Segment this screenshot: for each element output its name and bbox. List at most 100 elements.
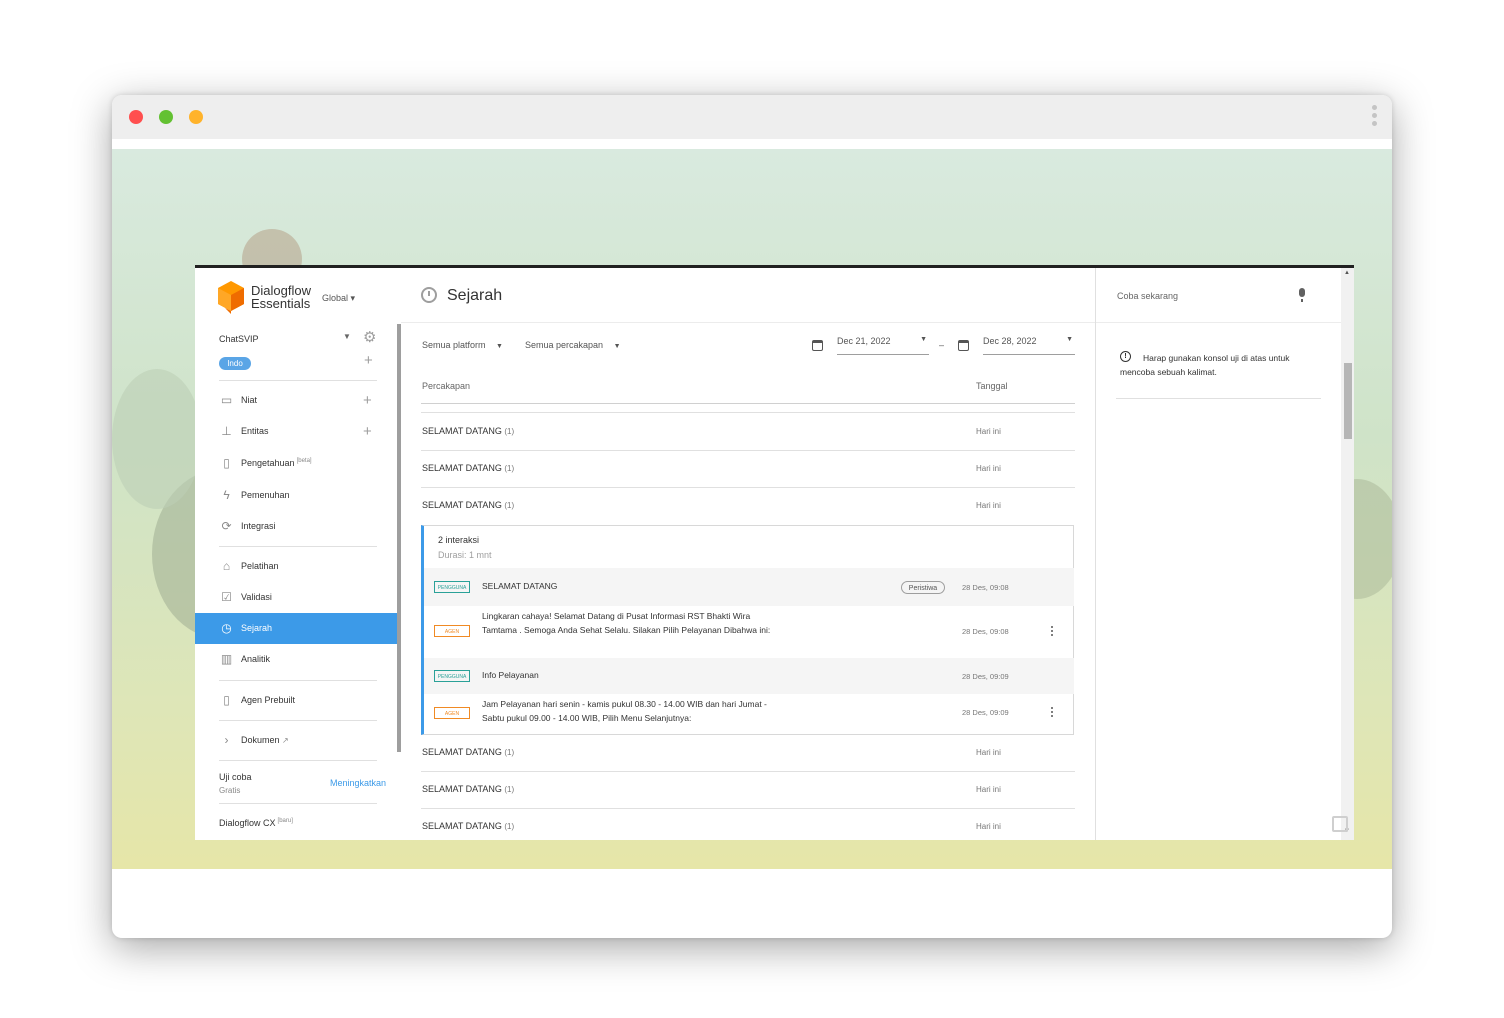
background-photo: Dialogflow Essentials Global ▾ ChatSVIP … [112, 149, 1392, 869]
checkbox-icon: ☑ [221, 590, 232, 604]
message-text: Info Pelayanan [482, 670, 539, 680]
conversation-title: SELAMAT DATANG (1) [422, 500, 514, 510]
dropdown-arrow-icon: ▼ [613, 343, 621, 350]
message-row[interactable]: PENGGUNA SELAMAT DATANG Peristiwa 28 Des… [424, 568, 1074, 606]
plan-subtitle: Gratis [219, 786, 241, 795]
maximize-window-button[interactable] [159, 110, 173, 124]
dropdown-arrow-icon: ▼ [1066, 336, 1073, 343]
more-options-icon[interactable] [1051, 707, 1055, 719]
message-row[interactable]: AGEN Jam Pelayanan hari senin - kamis pu… [424, 694, 1074, 732]
sidebar-item-agen-prebuilt[interactable]: ▯ Agen Prebuilt [195, 685, 399, 716]
window-menu-icon[interactable] [1372, 105, 1378, 129]
add-intent-icon[interactable]: + [363, 392, 372, 409]
scroll-up-arrow-icon[interactable]: ▲ [1344, 270, 1350, 276]
event-pill: Peristiwa [901, 581, 945, 594]
chat-widget-icon[interactable] [1332, 816, 1348, 832]
book-icon: ▯ [223, 456, 230, 470]
plan-title: Uji coba [219, 772, 252, 782]
interaction-count: 2 interaksi [438, 535, 480, 545]
row-count: (1) [504, 501, 515, 510]
minimize-window-button[interactable] [189, 110, 203, 124]
sidebar-item-sejarah[interactable]: ◷ Sejarah [195, 613, 399, 644]
language-chip[interactable]: Indo [219, 357, 251, 370]
chevron-right-icon: › [224, 733, 229, 747]
message-text: Lingkaran cahaya! Selamat Datang di Pusa… [482, 611, 771, 635]
browser-window: Dialogflow Essentials Global ▾ ChatSVIP … [112, 95, 1392, 938]
microphone-icon[interactable] [1299, 288, 1305, 302]
dialogflow-cx-link[interactable]: Dialogflow CX [baru] [219, 818, 293, 828]
sidebar-item-label: Niat [241, 395, 258, 405]
conversation-title: SELAMAT DATANG (1) [422, 463, 514, 473]
date-to-field[interactable]: Dec 28, 2022 ▼ [983, 336, 1075, 355]
row-title: SELAMAT DATANG [422, 463, 502, 473]
dropdown-arrow-icon: ▼ [496, 343, 503, 350]
row-date: Hari ini [976, 501, 1001, 510]
agent-dropdown-icon[interactable]: ▼ [343, 332, 351, 341]
history-panel: Sejarah Semua platform ▼ Semua percakapa… [401, 268, 1095, 840]
region-selector[interactable]: Global ▾ [322, 293, 355, 304]
row-count: (1) [504, 822, 515, 831]
sidebar-item-dokumen[interactable]: › Dokumen ↗ [195, 725, 399, 756]
close-window-button[interactable] [129, 110, 143, 124]
conversation-row[interactable]: SELAMAT DATANG (1) Hari ini [421, 413, 1075, 450]
calendar-to-icon[interactable] [958, 340, 969, 351]
conversation-column-header: Percakapan [422, 381, 471, 391]
sidebar-item-integrasi[interactable]: ⟳ Integrasi [195, 511, 399, 542]
sidebar-item-label: Agen Prebuilt [241, 695, 296, 705]
user-badge: PENGGUNA [434, 670, 470, 682]
sidebar-item-pengetahuan[interactable]: ▯ Pengetahuan [beta] [195, 448, 399, 479]
message-date: 28 Des, 09:09 [962, 672, 1009, 681]
sidebar-item-label: Integrasi [241, 521, 276, 531]
conversation-title: SELAMAT DATANG (1) [422, 426, 514, 436]
chat-bubble-icon: ▭ [220, 393, 233, 407]
conversation-title: SELAMAT DATANG (1) [422, 784, 514, 794]
dokumen-label: Dokumen [241, 735, 280, 745]
message-row[interactable]: PENGGUNA Info Pelayanan 28 Des, 09:09 [424, 658, 1074, 694]
lightning-icon: ϟ [223, 488, 230, 502]
conversation-filter[interactable]: Semua percakapan ▼ [525, 340, 621, 350]
more-options-icon[interactable] [1051, 626, 1055, 638]
row-count: (1) [504, 785, 515, 794]
add-entity-icon[interactable]: + [363, 423, 372, 440]
sidebar-item-validasi[interactable]: ☑ Validasi [195, 582, 399, 613]
try-now-input[interactable]: Coba sekarang [1117, 291, 1178, 301]
page-title: Sejarah [447, 287, 503, 304]
row-title: SELAMAT DATANG [422, 426, 502, 436]
sidebar-item-label: Sejarah [241, 623, 273, 633]
dialogflow-logo-icon [218, 281, 244, 314]
calendar-from-icon[interactable] [812, 340, 823, 351]
conversation-row[interactable]: SELAMAT DATANG (1) Hari ini [421, 771, 1075, 808]
date-from-field[interactable]: Dec 21, 2022 ▼ [837, 336, 929, 355]
page-scrollbar-thumb[interactable] [1344, 363, 1352, 439]
row-title: SELAMAT DATANG [422, 500, 502, 510]
agent-selector[interactable]: ChatSVIP [219, 334, 259, 344]
platform-filter[interactable]: Semua platform ▼ [422, 340, 503, 350]
clock-icon: ◷ [221, 621, 232, 635]
message-text: SELAMAT DATANG [482, 581, 558, 591]
sidebar-item-pemenuhan[interactable]: ϟ Pemenuhan [195, 480, 399, 511]
message-row[interactable]: AGEN Lingkaran cahaya! Selamat Datang di… [424, 606, 1074, 658]
sidebar-item-niat[interactable]: ▭ Niat + [195, 385, 399, 416]
conversation-row[interactable]: SELAMAT DATANG (1) Hari ini [421, 808, 1075, 840]
conversation-row[interactable]: SELAMAT DATANG (1) Hari ini [421, 487, 1075, 524]
bookmark-icon: ▯ [223, 693, 230, 707]
page-scrollbar-track[interactable] [1341, 268, 1354, 840]
conversation-filter-label: Semua percakapan [525, 340, 604, 350]
graduation-cap-icon: ⌂ [222, 559, 231, 573]
logo-text: Dialogflow Essentials [251, 284, 311, 310]
info-message: Harap gunakan konsol uji di atas untuk m… [1120, 353, 1290, 377]
sidebar-item-pelatihan[interactable]: ⌂ Pelatihan [195, 551, 399, 582]
sync-icon: ⟳ [221, 519, 232, 533]
sidebar-item-analitik[interactable]: ▥ Analitik [195, 644, 399, 675]
settings-gear-icon[interactable]: ⚙ [363, 328, 376, 346]
platform-filter-label: Semua platform [422, 340, 486, 350]
upgrade-link[interactable]: Meningkatkan [330, 778, 386, 788]
message-text: Jam Pelayanan hari senin - kamis pukul 0… [482, 699, 767, 723]
interaction-duration: Durasi: 1 mnt [438, 550, 492, 560]
sidebar-item-entitas[interactable]: ⊥ Entitas + [195, 416, 399, 447]
agent-badge: AGEN [434, 707, 470, 719]
conversation-row[interactable]: SELAMAT DATANG (1) Hari ini [421, 734, 1075, 771]
conversation-row[interactable]: SELAMAT DATANG (1) Hari ini [421, 450, 1075, 487]
add-language-icon[interactable]: + [364, 352, 373, 369]
row-count: (1) [504, 427, 515, 436]
